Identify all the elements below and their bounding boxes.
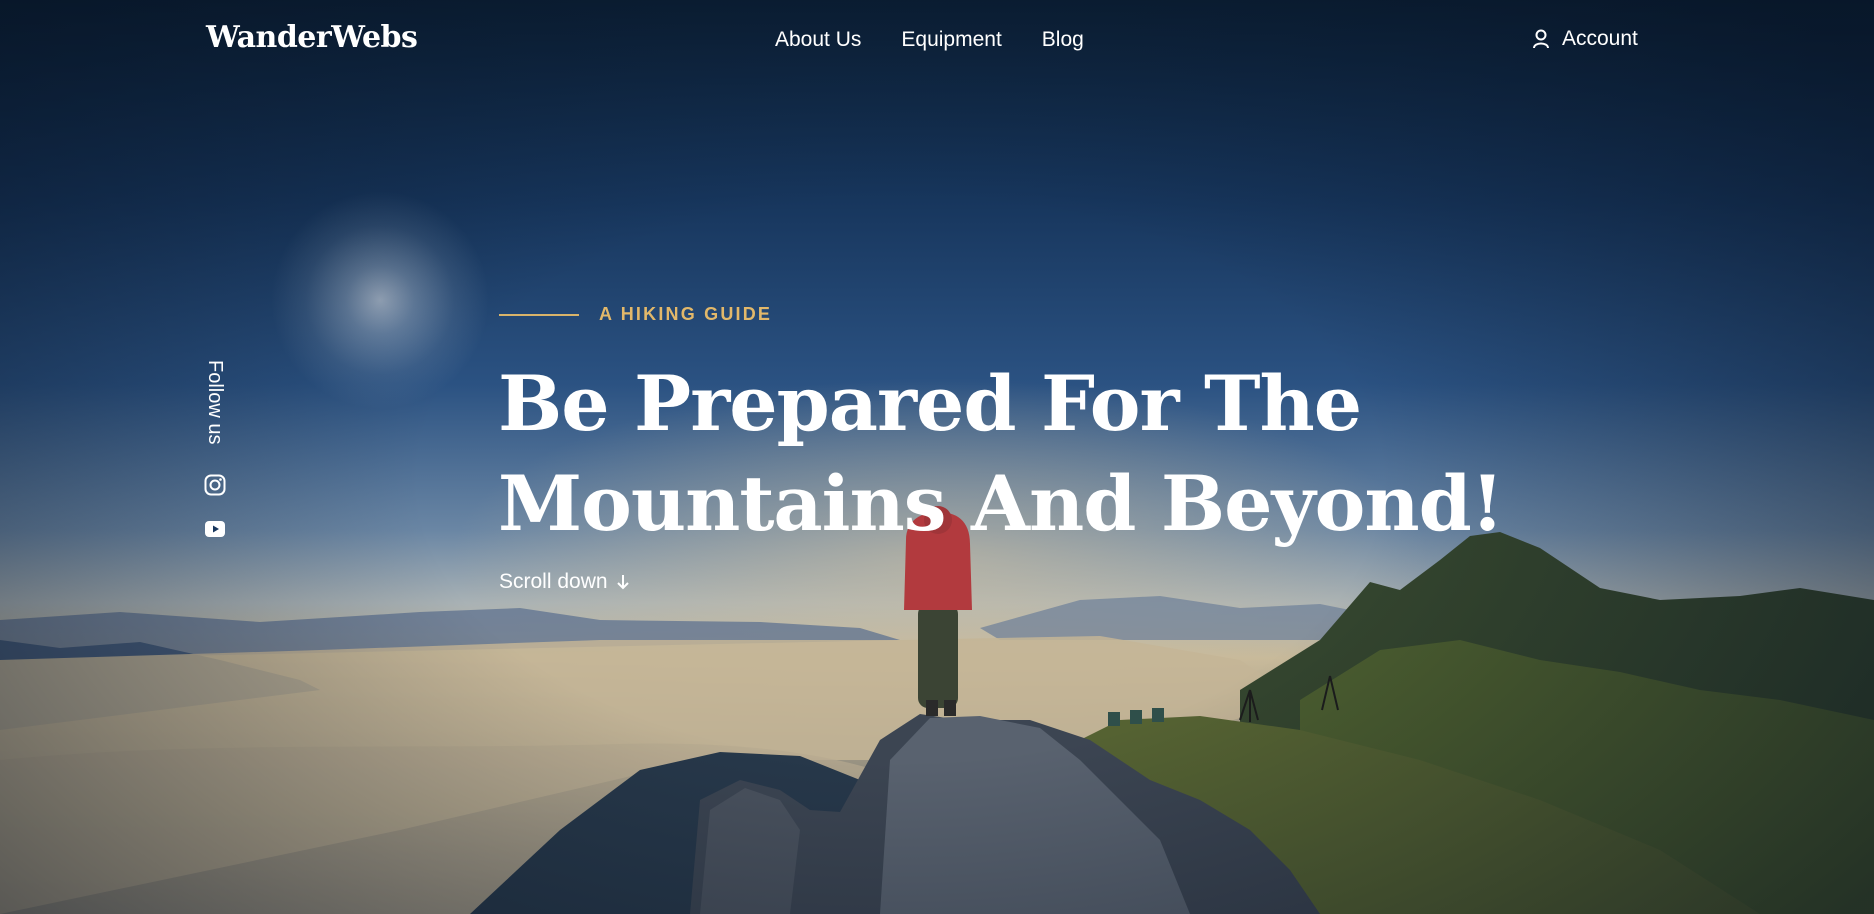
hero-headline: Be Prepared For The Mountains And Beyond… — [498, 354, 1504, 554]
headline-line-2: Mountains And Beyond! — [498, 459, 1504, 548]
account-link[interactable]: Account — [1532, 27, 1638, 51]
nav-link-equipment[interactable]: Equipment — [901, 28, 1001, 52]
eyebrow-divider — [499, 314, 579, 316]
site-logo[interactable]: WanderWebs — [206, 20, 418, 55]
account-label: Account — [1562, 27, 1638, 50]
hero-eyebrow: A HIKING GUIDE — [599, 304, 773, 324]
scroll-down-label: Scroll down — [499, 570, 608, 593]
instagram-icon[interactable] — [204, 474, 226, 496]
headline-line-1: Be Prepared For The — [498, 359, 1362, 448]
top-navigation: WanderWebs About Us Equipment Blog Accou… — [0, 0, 1874, 84]
arrow-down-icon — [616, 575, 629, 590]
nav-link-about-us[interactable]: About Us — [775, 28, 861, 52]
main-menu: About Us Equipment Blog — [775, 28, 1084, 52]
youtube-icon[interactable] — [204, 518, 226, 540]
user-icon — [1533, 29, 1549, 49]
follow-us-label: Follow us — [204, 360, 226, 445]
scroll-down-link[interactable]: Scroll down — [499, 570, 630, 594]
nav-link-blog[interactable]: Blog — [1042, 28, 1084, 52]
